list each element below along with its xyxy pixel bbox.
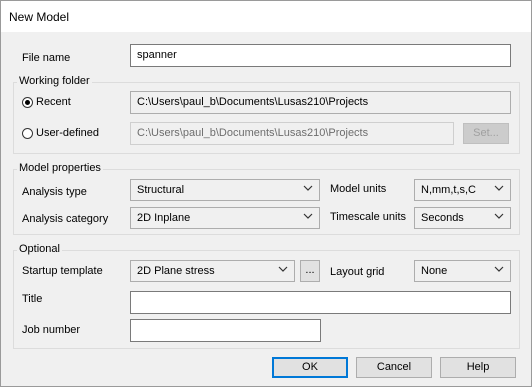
cancel-button[interactable]: Cancel [356,357,432,378]
chevron-down-icon [494,185,504,191]
recent-path-field: C:\Users\paul_b\Documents\Lusas210\Proje… [130,91,511,114]
user-defined-path-field: C:\Users\paul_b\Documents\Lusas210\Proje… [130,122,454,145]
startup-template-select[interactable]: 2D Plane stress [130,260,295,282]
ok-button[interactable]: OK [272,357,348,378]
model-properties-legend: Model properties [17,162,103,174]
layout-grid-label: Layout grid [330,266,385,278]
analysis-type-label: Analysis type [22,186,87,198]
model-units-value: N,mm,t,s,C [421,184,476,196]
analysis-category-label: Analysis category [22,213,109,225]
chevron-down-icon [303,213,313,219]
help-button[interactable]: Help [440,357,516,378]
job-number-label: Job number [22,324,81,336]
recent-label[interactable]: Recent [36,96,71,108]
job-number-input[interactable] [130,319,321,342]
timescale-units-value: Seconds [421,212,464,224]
new-model-dialog: New Model File name spanner Working fold… [0,0,532,387]
recent-radio[interactable] [22,97,33,108]
chevron-down-icon [494,266,504,272]
analysis-type-value: Structural [137,184,185,196]
analysis-category-select[interactable]: 2D Inplane [130,207,320,229]
layout-grid-value: None [421,265,448,277]
file-name-input[interactable]: spanner [130,44,511,67]
working-folder-legend: Working folder [17,75,92,87]
title-input[interactable] [130,291,511,314]
analysis-type-select[interactable]: Structural [130,179,320,201]
timescale-units-select[interactable]: Seconds [414,207,511,229]
model-units-label: Model units [330,183,387,195]
startup-template-value: 2D Plane stress [137,265,215,277]
set-folder-button[interactable]: Set... [463,123,509,144]
title-label: Title [22,293,43,305]
layout-grid-select[interactable]: None [414,260,511,282]
chevron-down-icon [278,266,288,272]
chevron-down-icon [303,185,313,191]
title-bar[interactable]: New Model [1,1,531,32]
model-units-select[interactable]: N,mm,t,s,C [414,179,511,201]
browse-template-button[interactable]: ... [300,260,320,282]
window-title: New Model [9,10,70,24]
timescale-units-label: Timescale units [330,211,407,223]
user-defined-label[interactable]: User-defined [36,127,99,139]
user-defined-radio[interactable] [22,128,33,139]
chevron-down-icon [494,213,504,219]
analysis-category-value: 2D Inplane [137,212,191,224]
startup-template-label: Startup template [22,265,103,277]
optional-legend: Optional [17,243,62,255]
file-name-label: File name [22,52,71,64]
